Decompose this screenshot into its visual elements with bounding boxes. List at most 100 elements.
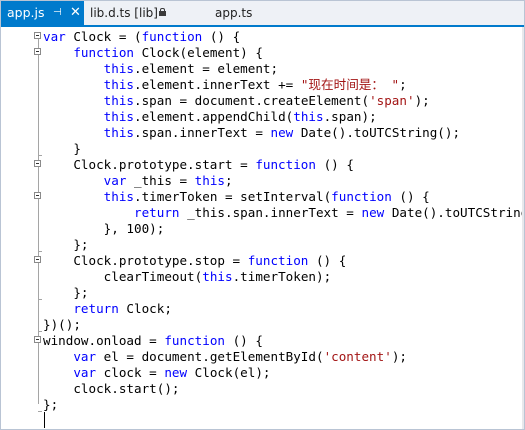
code-token: Date().toUTCString(); — [293, 125, 461, 140]
code-line[interactable]: clock.start(); — [43, 381, 179, 397]
outline-guide — [38, 39, 39, 404]
keyword-token: new — [164, 365, 188, 380]
code-token: _this.span.innerText = — [179, 205, 362, 220]
keyword-token: var — [73, 365, 97, 380]
code-line[interactable]: }; — [43, 285, 89, 301]
code-line[interactable]: })(); — [43, 317, 81, 333]
vertical-scrollbar[interactable] — [522, 27, 524, 429]
tab-label: app.js — [7, 5, 45, 20]
code-token: () { — [202, 29, 241, 44]
code-line[interactable]: }; — [43, 237, 89, 253]
code-token: .element.appendChild( — [134, 109, 294, 124]
code-line[interactable]: Clock.prototype.start = function () { — [43, 157, 354, 173]
code-token: }; — [43, 237, 89, 252]
keyword-token: this — [103, 109, 135, 124]
code-line[interactable]: var _this = this; — [43, 173, 233, 189]
code-token: ; — [399, 77, 407, 92]
document-tab-bar: app.js ⊣ ✕ lib.d.ts [lib] app.ts — [1, 1, 524, 25]
fold-end-marker — [38, 251, 42, 252]
code-line[interactable]: var Clock = (function () { — [43, 29, 240, 45]
code-line[interactable]: } — [43, 141, 81, 157]
code-line[interactable]: this.element.innerText += "现在时间是： "; — [43, 77, 407, 93]
code-line[interactable]: }; — [43, 397, 58, 413]
code-token: () { — [391, 189, 430, 204]
code-token: Clock(element) { — [134, 45, 263, 60]
fold-toggle-icon[interactable] — [34, 48, 41, 55]
code-token: }, 100); — [43, 221, 165, 236]
fold-end-marker — [38, 155, 42, 156]
code-line[interactable]: window.onload = function () { — [43, 333, 263, 349]
code-line[interactable]: this.element = element; — [43, 61, 278, 77]
code-line[interactable]: }, 100); — [43, 221, 165, 237]
keyword-token: this — [103, 93, 135, 108]
code-token: .span.innerText = — [134, 125, 271, 140]
code-line[interactable]: this.span.innerText = new Date().toUTCSt… — [43, 125, 460, 141]
fold-end-marker — [38, 411, 42, 412]
keyword-token: var — [103, 173, 127, 188]
code-token: () { — [315, 157, 354, 172]
keyword-token: return — [134, 205, 180, 220]
code-line[interactable]: this.span = document.createElement('span… — [43, 93, 430, 109]
keyword-token: function — [164, 333, 225, 348]
tab-app-ts[interactable]: app.ts — [215, 1, 252, 25]
code-token: .timerToken = setInterval( — [134, 189, 332, 204]
code-token: ); — [414, 93, 430, 108]
keyword-token: this — [103, 61, 135, 76]
code-editor[interactable]: var Clock = (function () { function Cloc… — [1, 27, 524, 429]
code-line[interactable]: this.element.appendChild(this.span); — [43, 109, 377, 125]
code-line[interactable]: this.timerToken = setInterval(function (… — [43, 189, 430, 205]
keyword-token: return — [73, 301, 119, 316]
code-line[interactable]: var el = document.getElementById('conten… — [43, 349, 407, 365]
keyword-token: this — [103, 77, 135, 92]
fold-toggle-icon[interactable] — [34, 32, 41, 39]
fold-toggle-icon[interactable] — [34, 336, 41, 343]
tab-lib-d-ts[interactable]: lib.d.ts [lib] — [90, 1, 158, 25]
fold-end-marker — [38, 299, 42, 300]
string-token: "现在时间是： " — [300, 77, 400, 92]
fold-toggle-icon[interactable] — [34, 160, 41, 167]
code-token: clock.start(); — [43, 381, 180, 396]
code-token: clock = — [96, 365, 165, 380]
code-line[interactable]: clearTimeout(this.timerToken); — [43, 269, 332, 285]
keyword-token: this — [194, 173, 226, 188]
fold-toggle-icon[interactable] — [34, 192, 41, 199]
tab-label: lib.d.ts [lib] — [90, 6, 158, 20]
pin-icon[interactable]: ⊣ — [53, 1, 62, 25]
editor-window: app.js ⊣ ✕ lib.d.ts [lib] app.ts var Clo… — [0, 0, 525, 430]
code-line[interactable]: return Clock; — [43, 301, 172, 317]
fold-toggle-icon[interactable] — [34, 256, 41, 263]
code-token: Clock.prototype.start = — [43, 157, 256, 172]
keyword-token: this — [202, 269, 233, 284]
text-caret — [44, 412, 45, 428]
string-token: 'content' — [323, 349, 392, 364]
code-token: () { — [308, 253, 347, 268]
code-token: }; — [43, 285, 89, 300]
code-line[interactable]: function Clock(element) { — [43, 45, 263, 61]
code-token: clearTimeout( — [43, 269, 203, 284]
code-token: Clock = ( — [65, 29, 142, 44]
code-token: ; — [225, 173, 233, 188]
code-line[interactable]: var clock = new Clock(el); — [43, 365, 270, 381]
code-token: .timerToken); — [232, 269, 332, 284]
code-line[interactable]: return _this.span.innerText = new Date()… — [43, 205, 524, 221]
code-token: Date().toUTCString(); — [391, 205, 524, 220]
keyword-token: function — [331, 189, 392, 204]
close-icon[interactable]: ✕ — [70, 1, 81, 25]
lock-icon — [159, 8, 166, 16]
keyword-token: var — [43, 29, 66, 44]
keyword-token: function — [73, 45, 135, 60]
tab-app-js[interactable]: app.js ⊣ ✕ — [1, 1, 84, 25]
keyword-token: function — [255, 157, 316, 172]
code-line[interactable]: Clock.prototype.stop = function () { — [43, 253, 346, 269]
keyword-token: this — [103, 189, 135, 204]
keyword-token: new — [270, 125, 294, 140]
keyword-token: new — [361, 205, 385, 220]
